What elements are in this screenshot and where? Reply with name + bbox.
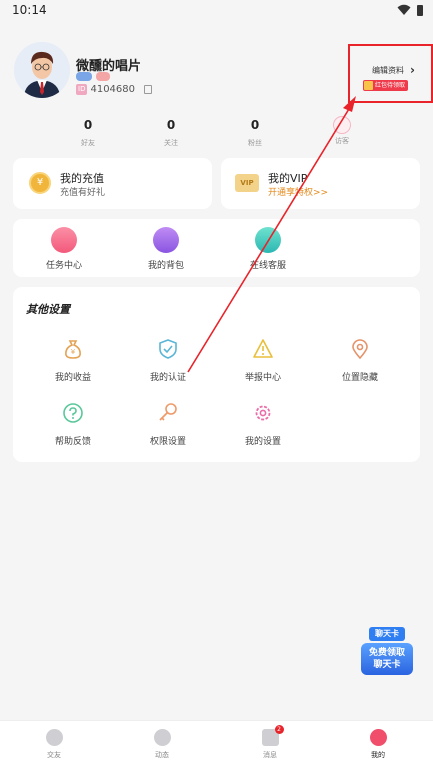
compass-icon [153,729,171,746]
vip-subtitle: 开通享特权>> [268,188,329,198]
wifi-icon [397,4,411,15]
user-id-row: ID 4104680 [76,84,153,95]
setting-permissions[interactable]: 权限设置 [128,402,208,447]
setting-label: 权限设置 [149,437,186,447]
id-tag: ID [76,84,88,95]
stat-value: 0 [166,118,176,132]
tab-mine[interactable]: 我的 [348,729,408,760]
tab-label: 动态 [155,751,169,759]
setting-report-center[interactable]: 举报中心 [223,338,303,383]
setting-label: 举报中心 [244,373,281,383]
help-icon [63,403,83,423]
promo-tag: 聊天卡 [369,627,405,641]
chat-card-promo[interactable]: 聊天卡 免费领取 聊天卡 [360,626,415,678]
stat-value: 0 [83,118,93,132]
setting-my-settings[interactable]: 我的设置 [223,402,303,447]
tab-label: 交友 [47,751,61,759]
service-label: 我的背包 [147,261,184,271]
svg-text:¥: ¥ [71,348,76,356]
vip-title: 我的VIP [268,172,308,185]
tab-make-friends[interactable]: 交友 [24,729,84,760]
settings-title: 其他设置 [26,303,70,316]
level-badge [76,72,92,81]
stat-label: 访客 [335,137,349,145]
battery-icon [417,4,423,16]
service-label: 在线客服 [249,261,286,271]
warning-icon [253,339,273,358]
setting-label: 位置隐藏 [341,373,378,383]
avatar[interactable] [14,42,70,98]
setting-help-feedback[interactable]: 帮助反馈 [33,402,113,447]
promo-body: 免费领取 聊天卡 [361,643,413,675]
status-bar: 10:14 [0,0,433,24]
stat-value: 0 [250,118,260,132]
visitor-icon [333,116,351,134]
service-backpack[interactable]: 我的背包 [126,227,206,271]
settings-card: 其他设置 ¥ 我的收益 我的认证 举报中心 位置隐藏 帮助反馈 权限设置 我的设… [13,287,420,462]
chevron-right-icon: › [410,63,415,77]
setting-earnings[interactable]: ¥ 我的收益 [33,338,113,383]
tab-label: 消息 [263,751,277,759]
status-icons [397,4,423,16]
money-bag-icon: ¥ [65,340,81,359]
stat-label: 粉丝 [248,139,262,147]
key-icon [159,403,177,421]
service-customer-support[interactable]: 在线客服 [228,227,308,271]
heart-icon [45,729,63,746]
stat-label: 好友 [81,139,95,147]
message-badge: 2 [274,725,284,734]
vip-icon: VIP [235,174,259,192]
setting-label: 我的认证 [149,373,186,383]
stat-fans[interactable]: 0 粉丝 [225,118,285,148]
redpacket-badge[interactable]: 红包待领取 [363,80,409,91]
service-task-center[interactable]: 任务中心 [24,227,104,271]
stats-row: 0 好友 0 关注 0 粉丝 访客 [0,116,433,154]
task-center-icon [51,227,77,253]
location-pin-icon [352,339,368,360]
avatar-illustration [14,42,70,98]
tab-label: 我的 [371,751,385,759]
copy-icon[interactable] [144,85,153,94]
tab-moments[interactable]: 动态 [132,729,192,760]
shield-check-icon [159,339,177,359]
stat-following[interactable]: 0 关注 [141,118,201,148]
status-time: 10:14 [12,3,47,17]
setting-location-hide[interactable]: 位置隐藏 [320,338,400,383]
vip-card[interactable]: VIP 我的VIP 开通享特权>> [221,158,420,209]
promo-line-1: 免费领取 [368,648,405,658]
gender-badge [96,72,110,81]
edit-profile-label: 编辑资料 [372,66,404,75]
stat-friends[interactable]: 0 好友 [58,118,118,148]
edit-profile-button[interactable]: 编辑资料 › 红包待领取 [348,44,433,103]
services-card: 任务中心 我的背包 在线客服 [13,219,420,277]
setting-label: 我的收益 [54,373,91,383]
level-badges [76,72,110,81]
promo-line-2: 聊天卡 [373,660,401,670]
service-label: 任务中心 [45,261,82,271]
backpack-icon [153,227,179,253]
recharge-subtitle: 充值有好礼 [60,188,106,198]
tab-messages[interactable]: 2 消息 [240,725,300,760]
redpacket-icon [364,81,373,90]
stat-visitors[interactable]: 访客 [312,116,372,146]
recharge-card[interactable]: ¥ 我的充值 充值有好礼 [13,158,212,209]
setting-verification[interactable]: 我的认证 [128,338,208,383]
setting-label: 我的设置 [244,437,281,447]
customer-service-icon [255,227,281,253]
setting-label: 帮助反馈 [54,437,91,447]
redpacket-label: 红包待领取 [375,82,406,89]
user-id: 4104680 [90,84,136,95]
bottom-tab-bar: 交友 动态 2 消息 我的 [0,720,433,771]
gear-icon [255,405,271,421]
stat-label: 关注 [164,139,178,147]
profile-icon [369,729,387,746]
recharge-title: 我的充值 [60,172,104,185]
message-icon: 2 [261,725,284,746]
coin-icon: ¥ [29,172,51,194]
